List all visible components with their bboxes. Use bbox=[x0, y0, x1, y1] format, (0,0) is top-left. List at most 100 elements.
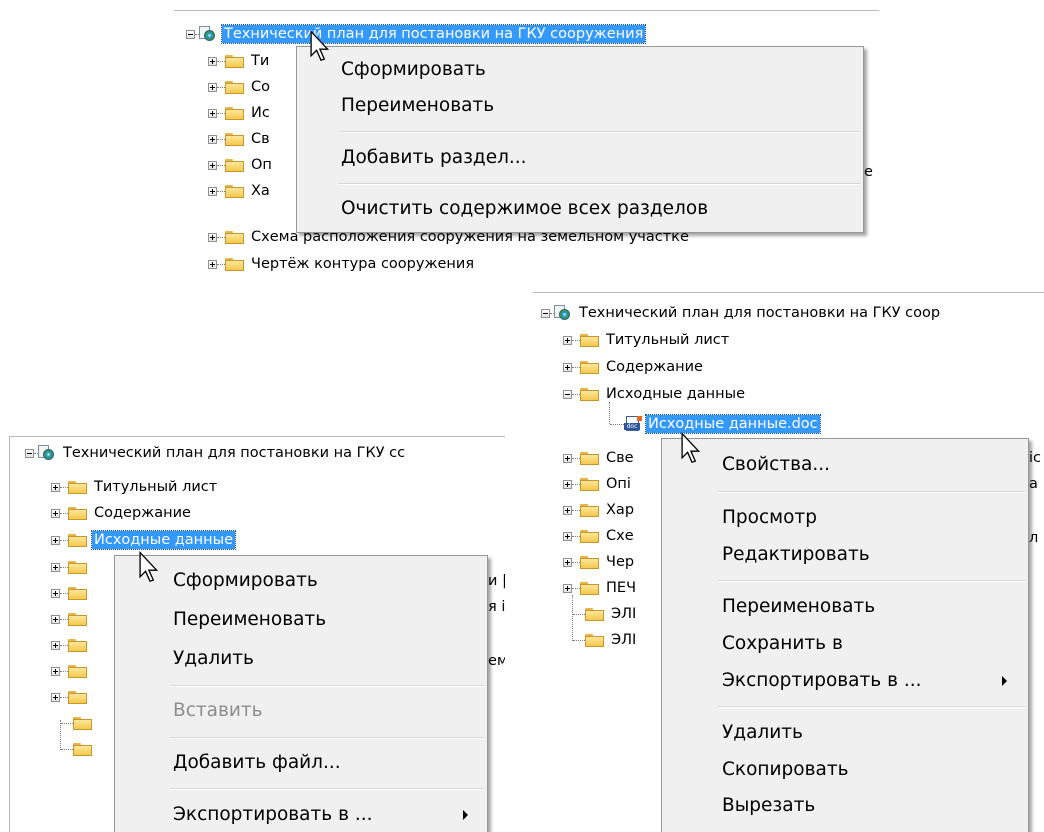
menu-item-sohranit[interactable]: Сохранить в bbox=[662, 632, 1028, 656]
tree-item-label-selected[interactable]: Исходные данные bbox=[91, 530, 236, 550]
tree-root-row[interactable]: Технический план для постановки на ГКУ с… bbox=[541, 302, 942, 324]
tree-item[interactable] bbox=[51, 556, 92, 578]
tree-item-label[interactable]: Чер bbox=[604, 553, 636, 571]
tree-item[interactable]: ПЕЧ bbox=[563, 577, 638, 599]
menu-item-dobavit-fail[interactable]: Добавить файл... bbox=[115, 751, 487, 775]
tree-item-label[interactable]: Хар bbox=[604, 501, 636, 519]
tree-item-label[interactable]: Содержание bbox=[92, 504, 193, 522]
expand-plus-icon[interactable] bbox=[208, 56, 217, 66]
tree-item[interactable]: Титульный лист bbox=[51, 476, 219, 498]
expand-plus-icon[interactable] bbox=[563, 335, 572, 345]
tree-item-label[interactable]: Содержание bbox=[604, 358, 705, 376]
expand-plus-icon[interactable] bbox=[208, 134, 217, 144]
tree-item[interactable] bbox=[51, 582, 92, 604]
collapse-minus-icon[interactable] bbox=[25, 448, 34, 458]
menu-item-pereimenovat[interactable]: Переименовать bbox=[297, 94, 863, 118]
tree-item-label[interactable]: Титульный лист bbox=[604, 331, 731, 349]
tree-item-label[interactable]: ЭЛІ bbox=[609, 605, 638, 623]
tree-item[interactable] bbox=[51, 660, 92, 682]
collapse-minus-icon[interactable] bbox=[186, 29, 195, 39]
collapse-minus-icon[interactable] bbox=[563, 389, 572, 399]
tree-item-label[interactable]: Ха bbox=[249, 182, 272, 200]
expand-plus-icon[interactable] bbox=[51, 482, 60, 492]
tree-item[interactable]: Схе bbox=[563, 525, 636, 547]
tree-item-label[interactable]: Титульный лист bbox=[92, 478, 219, 496]
expand-plus-icon[interactable] bbox=[563, 557, 572, 567]
menu-item-pereimenovat[interactable]: Переименовать bbox=[662, 595, 1028, 619]
tree-root-label[interactable]: Технический план для постановки на ГКУ с… bbox=[61, 444, 407, 462]
menu-item-skopirovat[interactable]: Скопировать bbox=[662, 758, 1028, 782]
expand-plus-icon[interactable] bbox=[208, 160, 217, 170]
tree-root-label[interactable]: Технический план для постановки на ГКУ с… bbox=[577, 304, 942, 322]
tree-item[interactable]: Содержание bbox=[563, 356, 705, 378]
tree-file-row[interactable]: doc Исходные данные.doc bbox=[610, 413, 821, 435]
expand-plus-icon[interactable] bbox=[51, 614, 60, 624]
expand-plus-icon[interactable] bbox=[51, 640, 60, 650]
tree-item[interactable] bbox=[51, 608, 92, 630]
tree-item[interactable] bbox=[51, 686, 92, 708]
menu-item-sformirovat[interactable]: Сформировать bbox=[115, 569, 487, 593]
expand-plus-icon[interactable] bbox=[208, 82, 217, 92]
menu-item-pereimenovat[interactable]: Переименовать bbox=[115, 608, 487, 632]
menu-item-prosmotr[interactable]: Просмотр bbox=[662, 506, 1028, 530]
menu-item-sformirovat[interactable]: Сформировать bbox=[297, 58, 863, 82]
expand-plus-icon[interactable] bbox=[51, 588, 60, 598]
tree-item-label[interactable]: Схе bbox=[604, 527, 636, 545]
expand-plus-icon[interactable] bbox=[208, 186, 217, 196]
tree-item[interactable]: Хар bbox=[563, 499, 636, 521]
expand-plus-icon[interactable] bbox=[51, 535, 60, 545]
tree-item[interactable]: Чер bbox=[563, 551, 636, 573]
expand-plus-icon[interactable] bbox=[51, 666, 60, 676]
expand-plus-icon[interactable] bbox=[563, 531, 572, 541]
menu-item-udalit[interactable]: Удалить bbox=[662, 721, 1028, 745]
menu-item-dobavit-razdel[interactable]: Добавить раздел... bbox=[297, 146, 863, 170]
expand-plus-icon[interactable] bbox=[563, 362, 572, 372]
tree-item-label[interactable]: Исходные данные bbox=[604, 385, 747, 403]
tree-root-row[interactable]: Технический план для постановки на ГКУ с… bbox=[25, 442, 407, 464]
menu-item-vstavit[interactable]: Вставить bbox=[115, 699, 487, 723]
expand-plus-icon[interactable] bbox=[563, 453, 572, 463]
tree-item[interactable]: Чертёж контура сооружения bbox=[208, 253, 476, 275]
tree-file-label-selected[interactable]: Исходные данные.doc bbox=[645, 414, 821, 434]
expand-plus-icon[interactable] bbox=[563, 505, 572, 515]
tree-root-row[interactable]: Технический план для постановки на ГКУ с… bbox=[186, 23, 647, 45]
tree-item[interactable] bbox=[61, 712, 97, 734]
tree-item-label[interactable]: Ти bbox=[249, 52, 271, 70]
menu-item-ochistit[interactable]: Очистить содержимое всех разделов bbox=[297, 197, 863, 221]
tree-item[interactable]: ЭЛІ bbox=[573, 629, 638, 651]
menu-item-svoistva[interactable]: Свойства... bbox=[662, 453, 1028, 477]
expand-plus-icon[interactable] bbox=[51, 692, 60, 702]
tree-item-label[interactable]: Ис bbox=[249, 104, 272, 122]
tree-item[interactable]: Св bbox=[208, 128, 272, 150]
menu-item-eksportirovat[interactable]: Экспортировать в ... bbox=[662, 669, 1028, 693]
tree-item[interactable]: Ис bbox=[208, 102, 272, 124]
tree-item[interactable]: Опі bbox=[563, 473, 633, 495]
tree-item-label[interactable]: Све bbox=[604, 449, 636, 467]
tree-item-label[interactable]: Чертёж контура сооружения bbox=[249, 255, 476, 273]
tree-item[interactable]: Оп bbox=[208, 154, 274, 176]
expand-plus-icon[interactable] bbox=[51, 508, 60, 518]
expand-plus-icon[interactable] bbox=[208, 232, 217, 242]
tree-item[interactable]: Исходные данные bbox=[51, 529, 236, 551]
tree-item[interactable]: Ха bbox=[208, 180, 272, 202]
tree-item[interactable]: Исходные данные bbox=[563, 383, 747, 405]
tree-root-label[interactable]: Технический план для постановки на ГКУ с… bbox=[220, 24, 647, 44]
tree-item-label[interactable]: Оп bbox=[249, 156, 274, 174]
tree-item[interactable] bbox=[61, 738, 97, 760]
tree-item[interactable]: Содержание bbox=[51, 502, 193, 524]
tree-item[interactable]: ЭЛІ bbox=[573, 603, 638, 625]
tree-item-label[interactable]: Св bbox=[249, 130, 272, 148]
menu-item-redaktirovat[interactable]: Редактировать bbox=[662, 543, 1028, 567]
tree-item[interactable]: Ти bbox=[208, 50, 271, 72]
menu-item-vyrezat[interactable]: Вырезать bbox=[662, 794, 1028, 818]
tree-item[interactable]: Титульный лист bbox=[563, 329, 731, 351]
tree-item-label[interactable]: Опі bbox=[604, 475, 633, 493]
tree-item-label[interactable]: ПЕЧ bbox=[604, 579, 638, 597]
tree-item-label[interactable]: ЭЛІ bbox=[609, 631, 638, 649]
menu-item-eksportirovat[interactable]: Экспортировать в ... bbox=[115, 803, 487, 827]
collapse-minus-icon[interactable] bbox=[541, 308, 550, 318]
expand-plus-icon[interactable] bbox=[208, 259, 217, 269]
expand-plus-icon[interactable] bbox=[208, 108, 217, 118]
tree-item[interactable]: Све bbox=[563, 447, 636, 469]
menu-item-udalit[interactable]: Удалить bbox=[115, 647, 487, 671]
